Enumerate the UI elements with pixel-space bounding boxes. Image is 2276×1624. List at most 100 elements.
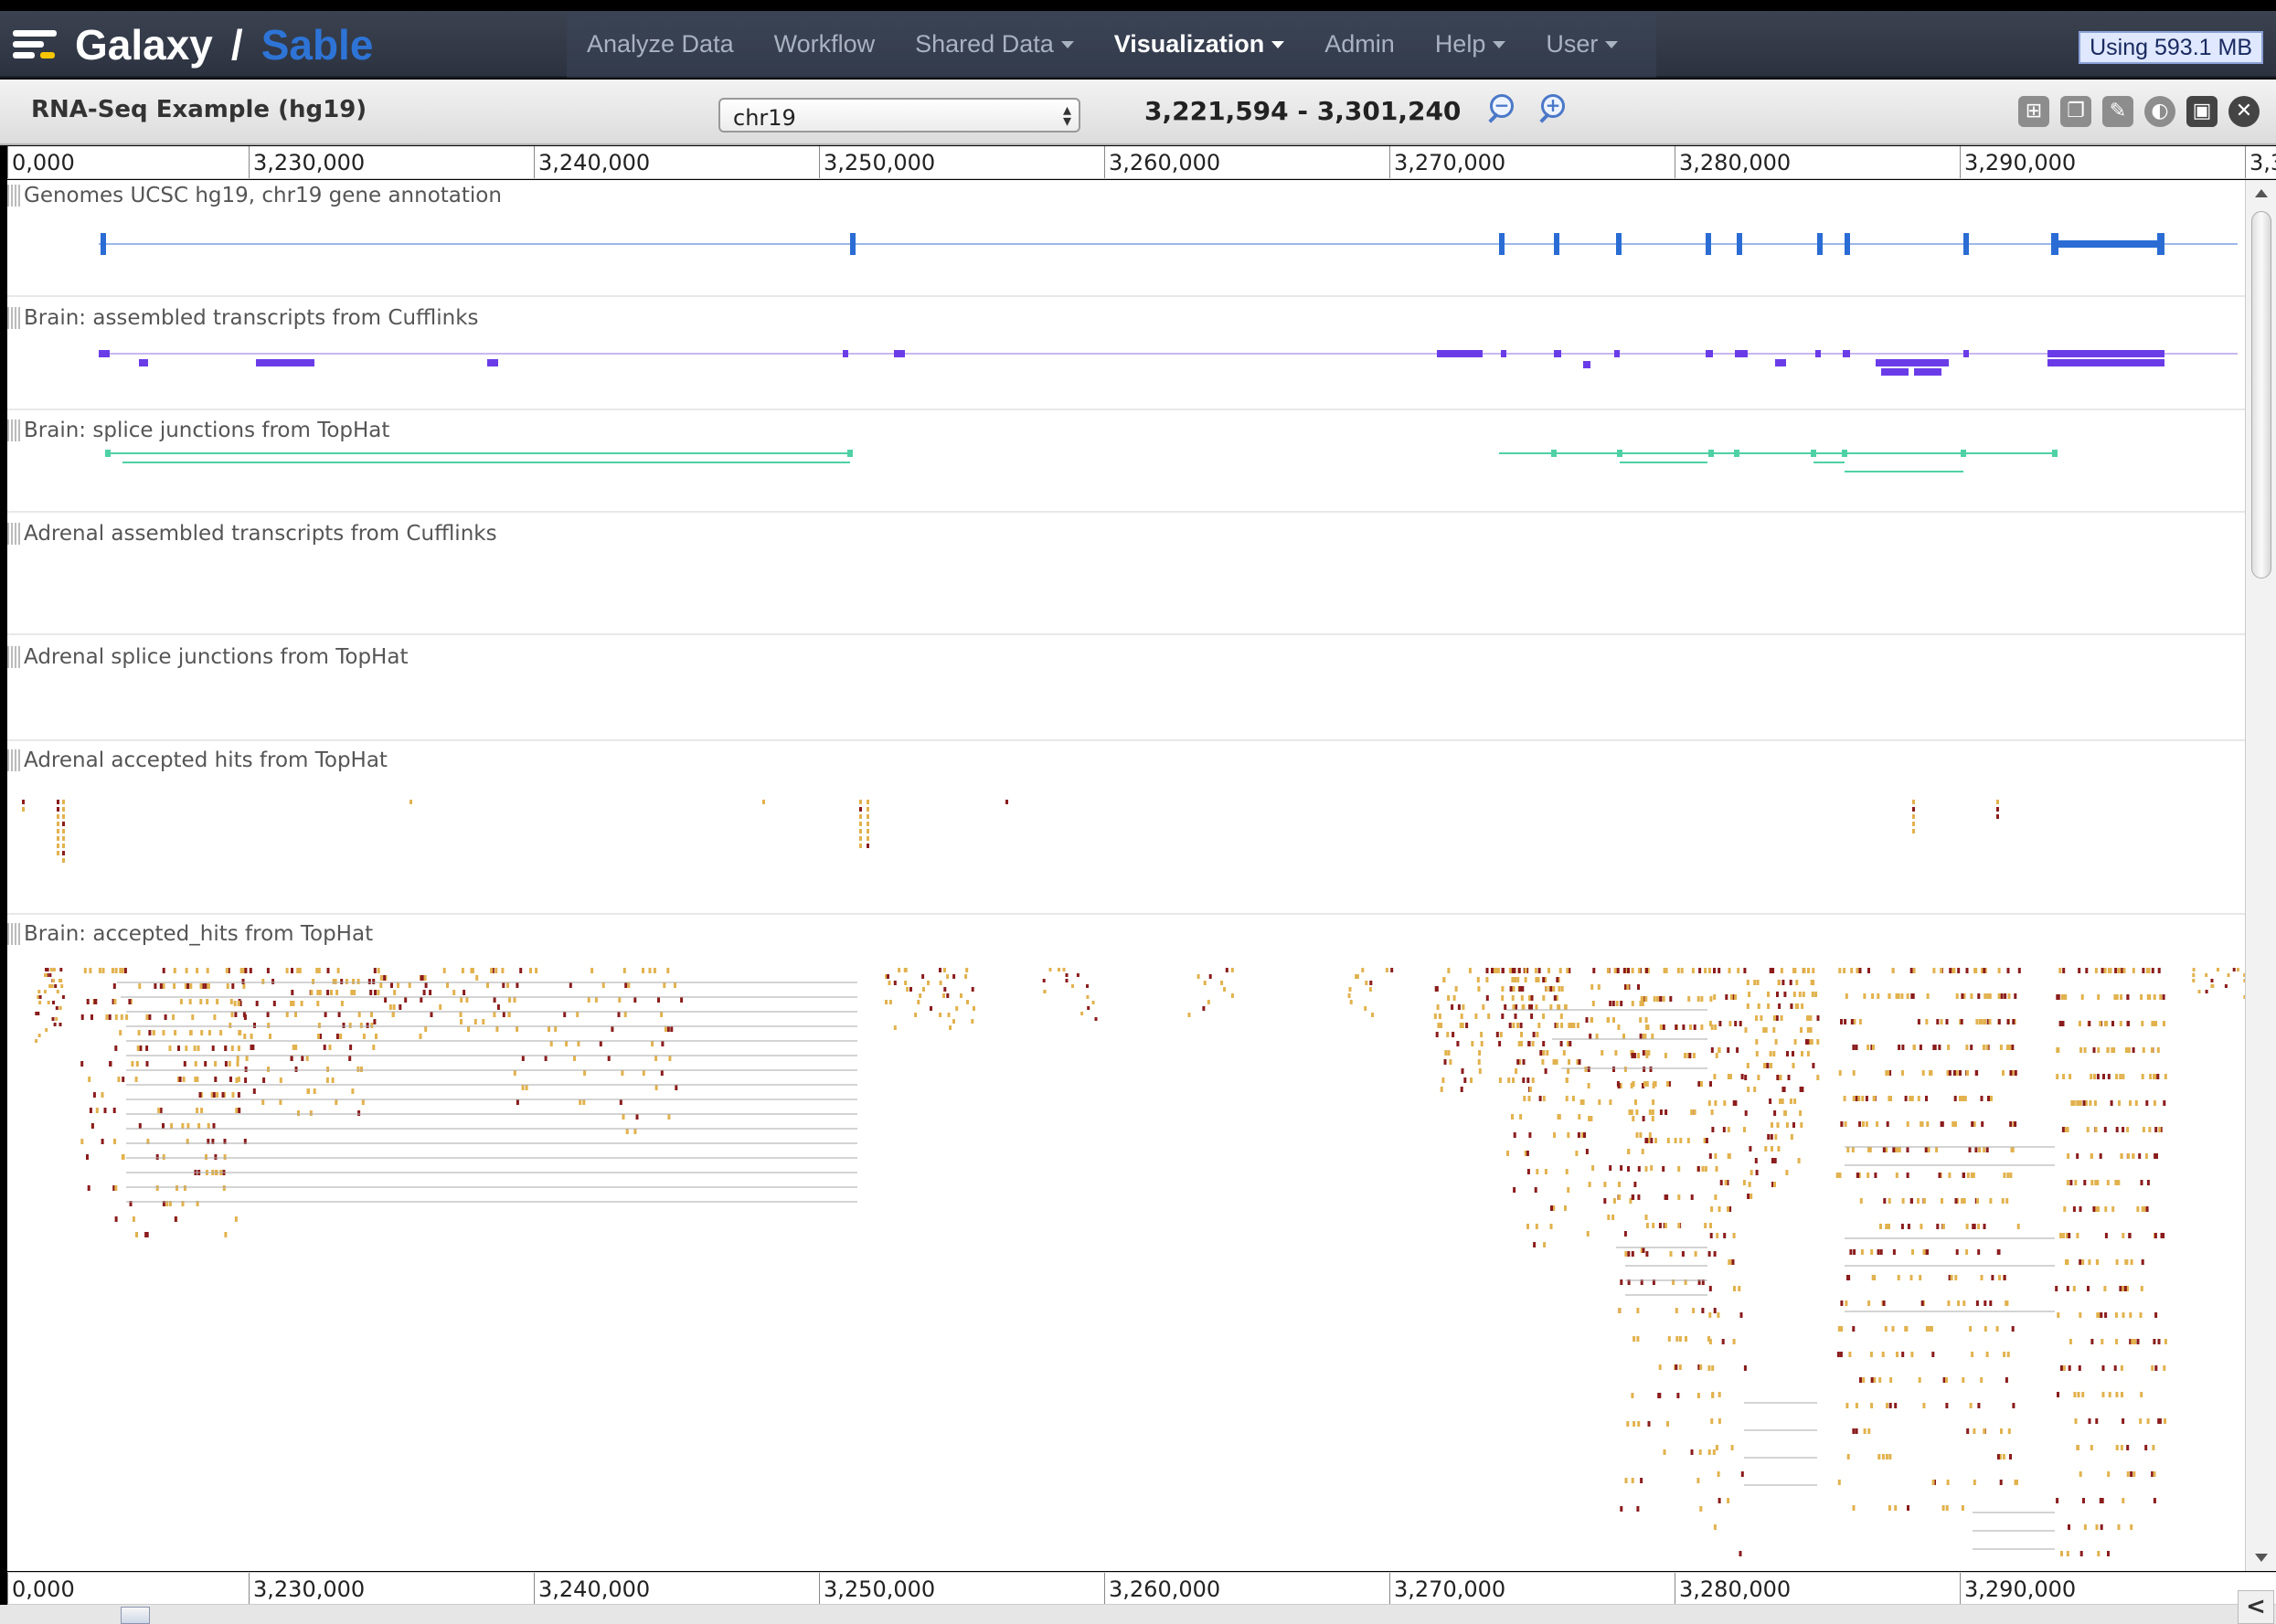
read [470,968,473,973]
transcript-exon [139,359,148,366]
read [1869,1352,1873,1357]
read [62,851,65,855]
nav-analyze-data[interactable]: Analyze Data [567,30,754,58]
location-display[interactable]: 3,221,594 - 3,301,240 [1144,96,1461,126]
read [1797,1158,1801,1163]
nav-help[interactable]: Help [1415,30,1526,58]
read [1976,1198,1979,1204]
read [1776,1075,1780,1080]
track-adrenal-hits[interactable]: Adrenal accepted hits from TopHat [7,745,2245,918]
drag-handle-icon[interactable] [7,523,20,545]
read [1790,1134,1793,1140]
tracks-panel[interactable]: Genomes UCSC hg19, chr19 gene annotation… [7,180,2245,1571]
read [1528,1087,1532,1092]
read [1867,968,1870,973]
read [2162,994,2165,1000]
read [237,1092,240,1098]
scrollbar-thumb[interactable] [2251,211,2271,578]
read [1983,1147,1986,1152]
save-icon[interactable]: ▣ [2186,96,2218,127]
read [2154,1233,2157,1238]
chrom-select[interactable]: chr19 ▴ ▾ [718,98,1080,133]
read [1549,1224,1553,1229]
scroll-up-icon[interactable] [2255,189,2268,197]
read [2067,1153,2070,1159]
vertical-scrollbar[interactable] [2245,180,2276,1571]
read [2072,1206,2076,1212]
read [1698,968,1702,973]
nav-admin[interactable]: Admin [1304,30,1415,58]
add-tracks-icon[interactable]: ⊞ [2018,96,2049,127]
read [2122,1498,2125,1503]
read [1799,1087,1803,1092]
read [1460,1087,1463,1092]
read [1643,1034,1647,1039]
overview-thumb[interactable] [121,1607,150,1624]
track-brain-junctions[interactable]: Brain: splice junctions from TopHat [7,415,2245,512]
read [1618,1308,1622,1313]
read [424,982,428,988]
nav-shared-data[interactable]: Shared Data [895,30,1094,58]
read [94,999,98,1004]
close-icon[interactable]: ✕ [2228,96,2260,127]
read [1606,1017,1610,1023]
drag-handle-icon[interactable] [7,646,20,668]
read [1772,1027,1776,1033]
read [2070,1100,2074,1106]
transcript-exon [1815,350,1821,357]
track-header[interactable]: Adrenal splice junctions from TopHat [7,642,408,673]
read [1996,1454,2000,1459]
nav-user[interactable]: User [1526,30,1638,58]
nav-visualization[interactable]: Visualization [1094,30,1305,58]
read [867,836,869,841]
track-adrenal-transcripts[interactable]: Adrenal assembled transcripts from Cuffl… [7,518,2245,633]
read [241,979,245,984]
edit-icon[interactable]: ✎ [2102,96,2133,127]
track-brain-transcripts[interactable]: Brain: assembled transcripts from Cuffli… [7,303,2245,410]
scroll-down-icon[interactable] [2255,1554,2268,1562]
read [1995,1326,1999,1332]
track-brain-hits[interactable]: Brain: accepted_hits from TopHat [7,918,2245,1571]
track-header[interactable]: Adrenal assembled transcripts from Cuffl… [7,518,497,549]
read [482,1019,485,1024]
read [1558,986,1561,992]
read [1361,968,1365,972]
read [1753,980,1757,985]
read [1965,1045,1969,1050]
nav-workflow[interactable]: Workflow [754,30,896,58]
read [1912,814,1915,819]
read [58,979,61,982]
brand[interactable]: Galaxy / Sable [13,18,373,71]
collapse-panel-button[interactable]: < [2238,1590,2274,1624]
read [473,1019,477,1024]
read [132,1216,135,1222]
bookmarks-icon[interactable]: ❐ [2060,96,2091,127]
read [921,974,925,979]
read [1558,968,1562,973]
read [342,1023,346,1028]
read [1718,1418,1721,1424]
read [2058,1021,2062,1026]
track-adrenal-junctions[interactable]: Adrenal splice junctions from TopHat [7,642,2245,740]
horizontal-scrollbar[interactable] [0,1605,2276,1624]
read [244,1067,248,1072]
read [1627,1251,1631,1257]
read [1508,1023,1512,1028]
read [549,1041,553,1046]
read [2227,973,2230,977]
read [57,800,59,804]
read [1806,1027,1810,1033]
read [1850,968,1854,973]
read [1347,993,1351,998]
read [1891,1326,1895,1332]
circster-icon[interactable]: ◐ [2144,96,2175,127]
read [939,981,942,985]
read [1713,1524,1717,1530]
read [1666,1421,1669,1427]
read [1867,1173,1870,1178]
read [1385,968,1388,972]
track-gene-annotation[interactable]: Genomes UCSC hg19, chr19 gene annotation [7,180,2245,297]
zoom-in-button[interactable]: + [1539,94,1570,125]
zoom-out-button[interactable]: − [1488,94,1519,125]
read [1614,1050,1618,1056]
